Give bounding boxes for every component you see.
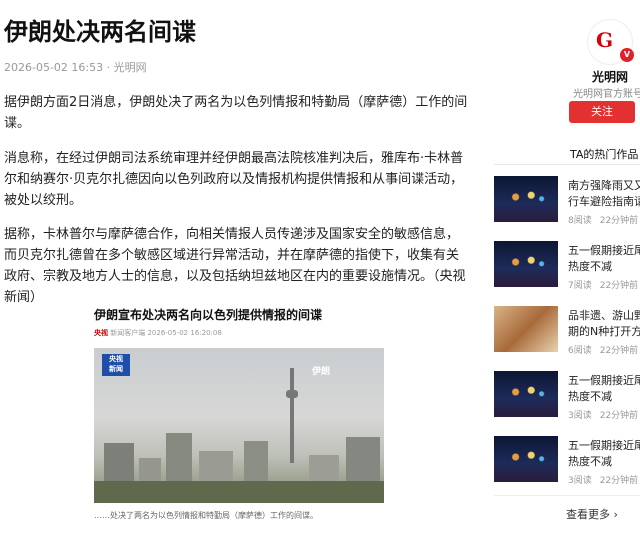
- paragraph-2: 消息称，在经过伊朗司法系统审理并经伊朗最高法院核准判决后，雅库布·卡林普尔和纳赛…: [4, 151, 464, 208]
- hot-item-title: 五一假期接近尾 热度不减: [568, 439, 640, 468]
- hot-item[interactable]: 五一假期接近尾 热度不减 7阅读 22分钟前: [494, 241, 640, 297]
- hot-item-thumbnail: [494, 306, 558, 352]
- hot-works-heading: TA的热门作品: [570, 148, 639, 161]
- card-meta: 央视 新闻客户端 2026-05-02 16:20:08: [94, 328, 222, 338]
- card-date: 新闻客户端 2026-05-02 16:20:08: [110, 329, 222, 337]
- divider: [494, 164, 640, 165]
- hot-item-title: 品非遗、游山野 期的N种打开方: [568, 309, 640, 338]
- hot-item-meta: 7阅读 22分钟前: [568, 281, 639, 291]
- hot-item-meta: 8阅读 22分钟前: [568, 216, 639, 226]
- hot-item-thumbnail: [494, 241, 558, 287]
- author-sidebar: G V 光明网 光明网官方账号 关注 TA的热门作品 南方强降雨又又 行车避险指南…: [490, 0, 640, 536]
- location-label: 伊朗: [312, 367, 331, 377]
- paragraph-1: 据伊朗方面2日消息，伊朗处决了两名为以色列情报和特勤局（摩萨德）工作的间谍。: [4, 95, 468, 131]
- city-photo: 央视 新闻 伊朗: [94, 348, 384, 503]
- hot-item-meta: 3阅读 22分钟前: [568, 411, 639, 421]
- embedded-image-card[interactable]: 伊朗宣布处决两名向以色列提供情报的间谍 央视 新闻客户端 2026-05-02 …: [88, 298, 390, 536]
- hot-item-thumbnail: [494, 176, 558, 222]
- trees: [94, 481, 384, 503]
- hot-item-title: 五一假期接近尾 热度不减: [568, 374, 640, 403]
- paragraph-3: 据称，卡林普尔与摩萨德合作，向相关情报人员传递涉及国家安全的敏感信息，而贝克尔扎…: [4, 227, 466, 305]
- hot-item-meta: 3阅读 22分钟前: [568, 476, 639, 486]
- hot-item-title: 五一假期接近尾 热度不减: [568, 244, 640, 273]
- hot-item-meta: 6阅读 22分钟前: [568, 346, 639, 356]
- hot-item-thumbnail: [494, 436, 558, 482]
- card-source: 央视: [94, 329, 108, 337]
- verified-badge-icon: V: [620, 48, 634, 62]
- hot-item-thumbnail: [494, 371, 558, 417]
- account-description: 光明网官方账号: [573, 89, 640, 100]
- hot-item[interactable]: 五一假期接近尾 热度不减 3阅读 22分钟前: [494, 371, 640, 427]
- tower-shape: [290, 368, 294, 463]
- tower-top-shape: [286, 390, 298, 398]
- divider: [494, 495, 640, 496]
- article-meta: 2026-05-02 16:53 · 光明网: [4, 61, 147, 74]
- card-title: 伊朗宣布处决两名向以色列提供情报的间谍: [94, 308, 323, 322]
- follow-button[interactable]: 关注: [569, 101, 635, 123]
- hot-item[interactable]: 品非遗、游山野 期的N种打开方 6阅读 22分钟前: [494, 306, 640, 362]
- article-title: 伊朗处决两名间谍: [4, 18, 196, 46]
- account-name[interactable]: 光明网: [572, 68, 640, 85]
- view-more-link[interactable]: 查看更多 ›: [566, 506, 618, 522]
- cctv-news-logo: 央视 新闻: [102, 354, 130, 376]
- hot-item[interactable]: 南方强降雨又又 行车避险指南请 8阅读 22分钟前: [494, 176, 640, 232]
- hot-item-title: 南方强降雨又又 行车避险指南请: [568, 179, 640, 208]
- card-caption: ……处决了两名为以色列情报和特勤局（摩萨德）工作的间谍。: [94, 511, 318, 520]
- hot-item[interactable]: 五一假期接近尾 热度不减 3阅读 22分钟前: [494, 436, 640, 492]
- guangming-logo-icon[interactable]: G V: [587, 19, 634, 65]
